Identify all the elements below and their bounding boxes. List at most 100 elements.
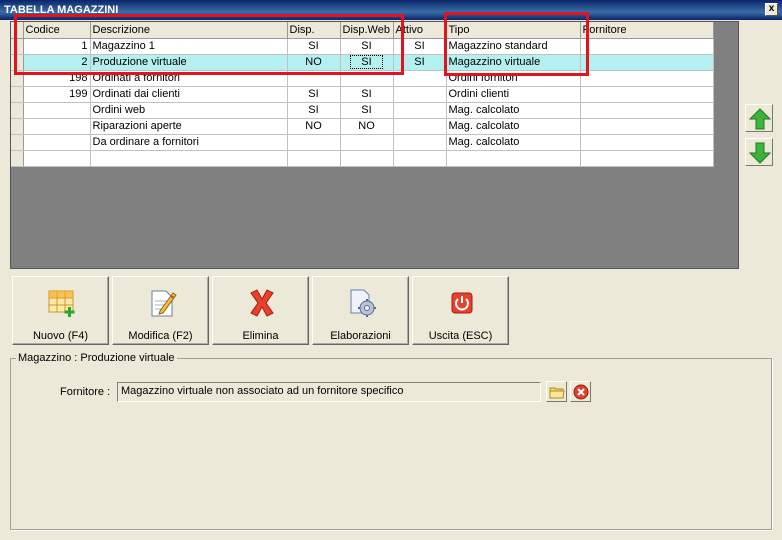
table-row[interactable]: 198 Ordinati a fornitori Ordini fornitor… [11,70,714,87]
cell-codice[interactable] [23,150,91,167]
table-row-selected[interactable]: 2 Produzione virtuale NO SI SI Magazzino… [11,54,714,71]
column-header-fornitore[interactable]: Fornitore [580,22,714,39]
cell-fornitore[interactable] [580,70,714,87]
cell-dispweb[interactable]: NO [340,118,394,135]
cell-attivo[interactable] [393,134,447,151]
row-indicator[interactable] [11,150,24,167]
row-indicator[interactable] [11,54,24,71]
new-button[interactable]: Nuovo (F4) [12,276,109,345]
cell-descrizione[interactable]: Magazzino 1 [90,38,288,55]
cell-dispweb[interactable] [340,150,394,167]
cell-dispweb[interactable] [340,70,394,87]
cell-codice[interactable]: 199 [23,86,91,103]
cell-tipo[interactable]: Magazzino virtuale [446,54,581,71]
cell-dispweb[interactable] [340,134,394,151]
cell-descrizione[interactable]: Ordinati a fornitori [90,70,288,87]
cell-codice[interactable] [23,118,91,135]
cell-codice[interactable]: 2 [23,54,91,71]
red-x-icon [250,289,274,317]
cell-dispweb[interactable]: SI [340,86,394,103]
cell-fornitore[interactable] [580,54,714,71]
cell-codice[interactable] [23,134,91,151]
row-indicator[interactable] [11,134,24,151]
cell-descrizione[interactable]: Ordinati dai clienti [90,86,288,103]
exit-button[interactable]: Uscita (ESC) [412,276,509,345]
cell-tipo[interactable]: Mag. calcolato [446,118,581,135]
cell-fornitore[interactable] [580,102,714,119]
cell-dispweb[interactable]: SI [340,38,394,55]
cell-fornitore[interactable] [580,118,714,135]
cell-disp[interactable] [287,70,341,87]
cell-attivo[interactable] [393,70,447,87]
cell-disp[interactable]: NO [287,118,341,135]
delete-button[interactable]: Elimina [212,276,309,345]
cell-codice[interactable]: 198 [23,70,91,87]
warehouse-table: Codice Descrizione Disp. Disp.Web Attivo… [11,22,714,167]
cell-attivo[interactable]: SI [393,54,447,71]
row-indicator[interactable] [11,38,24,55]
table-row[interactable]: Ordini web SI SI Mag. calcolato [11,102,714,119]
cell-attivo[interactable] [393,118,447,135]
column-header-tipo[interactable]: Tipo [446,22,581,39]
column-header-descrizione[interactable]: Descrizione [90,22,288,39]
browse-fornitore-button[interactable] [546,381,567,402]
cell-fornitore[interactable] [580,86,714,103]
table-row[interactable]: Da ordinare a fornitori Mag. calcolato [11,134,714,151]
cell-tipo[interactable]: Mag. calcolato [446,134,581,151]
move-up-button[interactable] [745,104,773,132]
cell-disp[interactable]: SI [287,86,341,103]
column-header-codice[interactable]: Codice [23,22,91,39]
warehouse-grid[interactable]: Codice Descrizione Disp. Disp.Web Attivo… [10,21,739,269]
row-indicator[interactable] [11,118,24,135]
cell-descrizione[interactable]: Da ordinare a fornitori [90,134,288,151]
move-down-button[interactable] [745,138,773,166]
cell-disp[interactable]: SI [287,102,341,119]
cell-tipo[interactable]: Magazzino standard [446,38,581,55]
grid-add-icon [48,290,75,317]
table-row[interactable]: 199 Ordinati dai clienti SI SI Ordini cl… [11,86,714,103]
cell-fornitore[interactable] [580,150,714,167]
table-row[interactable]: Riparazioni aperte NO NO Mag. calcolato [11,118,714,135]
cell-tipo[interactable] [446,150,581,167]
edit-button-label: Modifica (F2) [128,330,193,342]
edit-document-icon [151,290,177,317]
row-indicator[interactable] [11,86,24,103]
cell-attivo[interactable] [393,86,447,103]
cell-descrizione[interactable] [90,150,288,167]
column-header-dispweb[interactable]: Disp.Web [340,22,394,39]
cell-descrizione[interactable]: Ordini web [90,102,288,119]
cell-dispweb[interactable]: SI [340,102,394,119]
fornitore-field[interactable]: Magazzino virtuale non associato ad un f… [117,382,541,402]
cell-tipo[interactable]: Mag. calcolato [446,102,581,119]
cell-disp[interactable] [287,150,341,167]
cell-disp[interactable] [287,134,341,151]
grid-header-row: Codice Descrizione Disp. Disp.Web Attivo… [11,22,714,39]
close-button[interactable]: x [765,3,778,16]
title-bar: TABELLA MAGAZZINI x [0,0,782,20]
cell-codice[interactable]: 1 [23,38,91,55]
cell-attivo[interactable]: SI [393,38,447,55]
column-header-disp[interactable]: Disp. [287,22,341,39]
cell-fornitore[interactable] [580,38,714,55]
cell-tipo[interactable]: Ordini clienti [446,86,581,103]
row-indicator[interactable] [11,70,24,87]
table-row-empty[interactable] [11,150,714,167]
cell-descrizione[interactable]: Produzione virtuale [90,54,288,71]
table-row[interactable]: 1 Magazzino 1 SI SI SI Magazzino standar… [11,38,714,55]
row-indicator[interactable] [11,102,24,119]
new-button-label: Nuovo (F4) [32,330,89,342]
exit-button-label: Uscita (ESC) [428,330,493,342]
cell-codice[interactable] [23,102,91,119]
cell-tipo[interactable]: Ordini fornitori [446,70,581,87]
cell-disp[interactable]: SI [287,38,341,55]
cell-descrizione[interactable]: Riparazioni aperte [90,118,288,135]
cell-fornitore[interactable] [580,134,714,151]
clear-fornitore-button[interactable] [570,381,591,402]
column-header-attivo[interactable]: Attivo [393,22,447,39]
cell-dispweb-focused[interactable]: SI [340,54,394,71]
cell-attivo[interactable] [393,102,447,119]
cell-attivo[interactable] [393,150,447,167]
cell-disp[interactable]: NO [287,54,341,71]
process-button[interactable]: Elaborazioni [312,276,409,345]
edit-button[interactable]: Modifica (F2) [112,276,209,345]
